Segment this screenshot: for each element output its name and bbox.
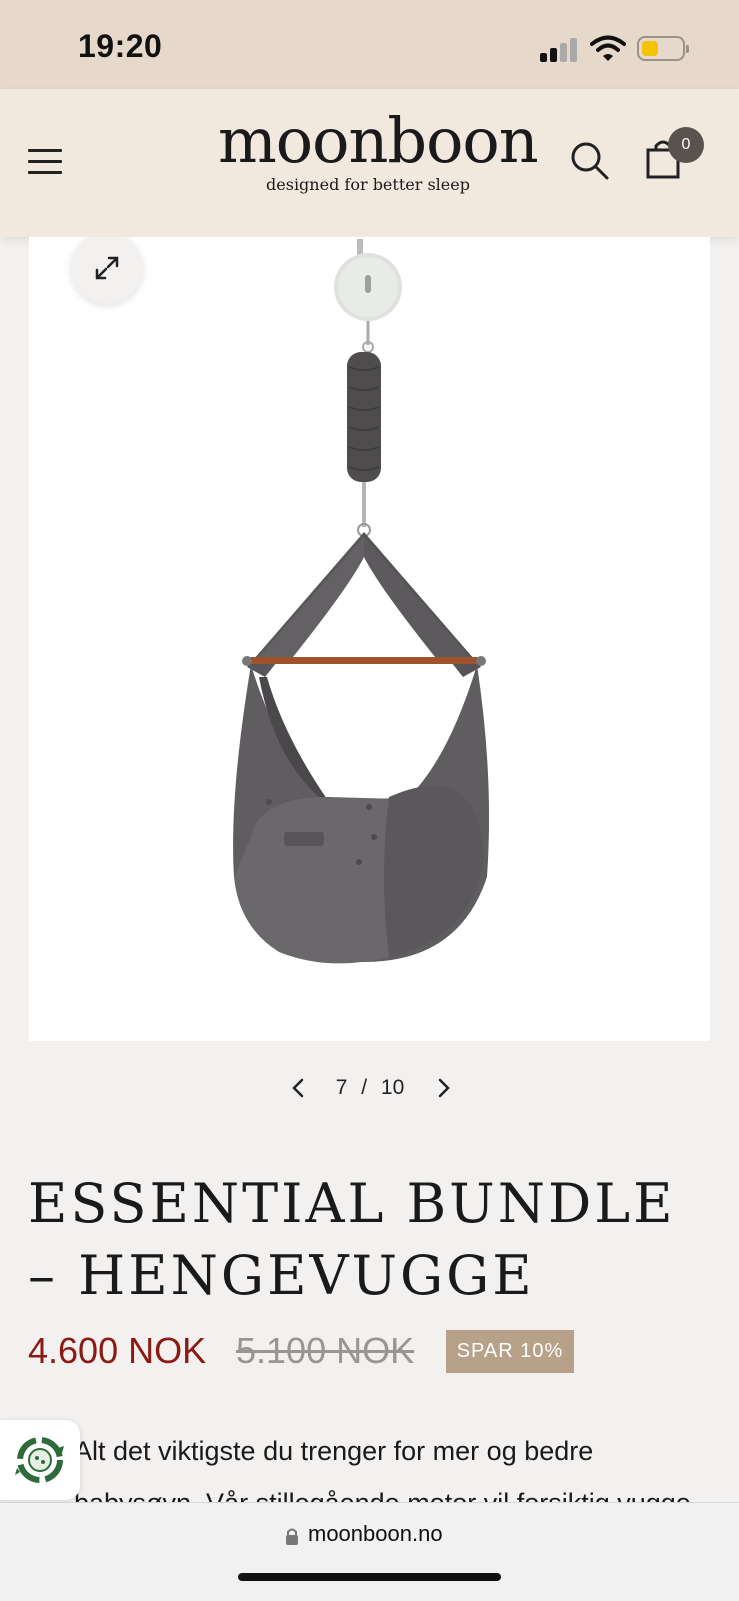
logo-name: moonboon — [218, 104, 539, 177]
status-time: 19:20 — [78, 28, 163, 64]
cart-count-badge[interactable]: 0 — [668, 127, 704, 163]
gallery-current: 7 — [335, 1076, 348, 1099]
battery-icon — [637, 36, 689, 61]
expand-icon — [95, 256, 119, 280]
home-indicator — [238, 1573, 501, 1581]
browser-address-bar[interactable]: moonboon.no — [0, 1502, 739, 1601]
hamburger-menu-icon[interactable] — [28, 149, 64, 177]
chevron-right-icon[interactable] — [432, 1074, 456, 1102]
sale-price: 4.600 NOK — [28, 1330, 207, 1371]
logo-tagline: designed for better sleep — [266, 175, 470, 194]
lock-icon — [286, 1528, 298, 1545]
original-price: 5.100 NOK — [236, 1330, 415, 1371]
discount-badge: SPAR 10% — [446, 1330, 574, 1373]
gallery-counter: 7 / 10 — [320, 1076, 420, 1100]
site-header: moonboon designed for better sleep 0 — [0, 89, 739, 237]
eco-widget[interactable] — [0, 1420, 80, 1500]
site-logo[interactable]: moonboon designed for better sleep — [218, 104, 539, 195]
url-text: moonboon.no — [308, 1521, 443, 1546]
cellular-signal-icon — [540, 38, 580, 62]
wifi-icon — [590, 35, 626, 61]
gallery-pager: 7 / 10 — [0, 1070, 739, 1106]
product-gallery[interactable] — [29, 237, 710, 1041]
product-description: Alt det viktigste du trenger for mer og … — [0, 1425, 739, 1505]
description-text: Alt det viktigste du trenger for mer og … — [74, 1436, 691, 1505]
gallery-total: 10 — [380, 1076, 405, 1099]
status-bar: 19:20 — [0, 0, 739, 89]
product-image — [233, 239, 490, 964]
price-row: 4.600 NOK 5.100 NOK SPAR 10% — [28, 1330, 718, 1376]
search-icon[interactable] — [570, 141, 610, 181]
gallery-separator: / — [361, 1076, 368, 1099]
product-title: ESSENTIAL BUNDLE – HENGEVUGGE — [28, 1172, 676, 1307]
recycle-icon — [15, 1437, 64, 1483]
chevron-left-icon[interactable] — [286, 1074, 310, 1102]
